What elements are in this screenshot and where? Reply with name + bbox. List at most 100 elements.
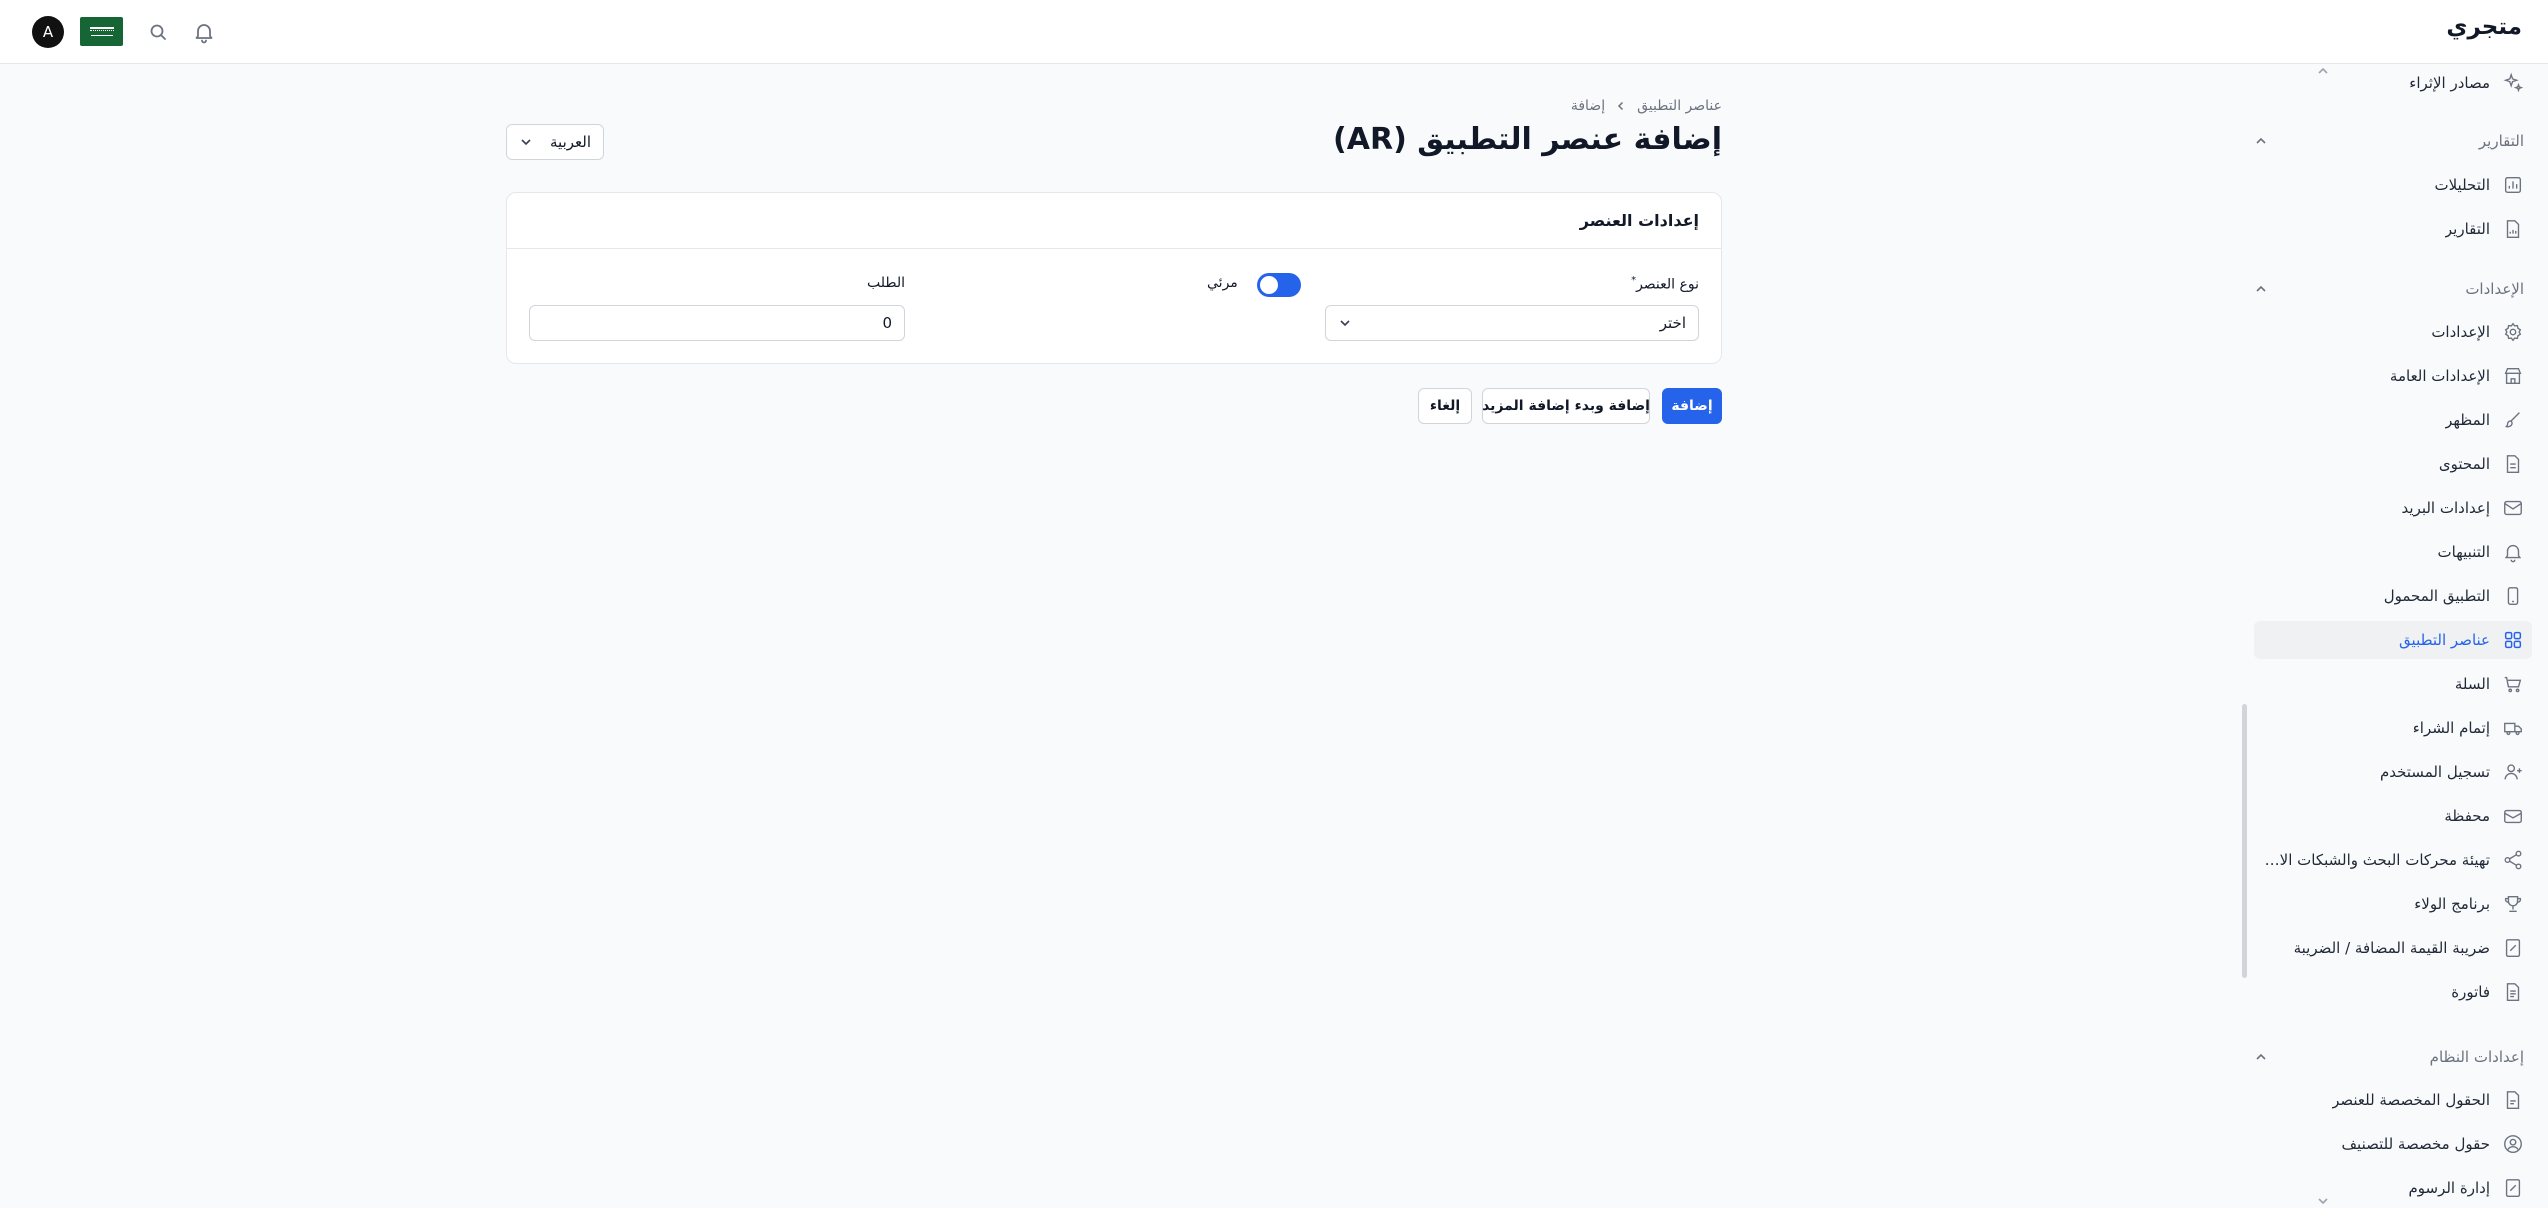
sidebar-section-settings[interactable]: الإعدادات (2254, 274, 2524, 304)
order-label: الطلب (867, 275, 906, 291)
sidebar-item-label: التنبيهات (2437, 543, 2490, 561)
sidebar-item-app-elements[interactable]: عناصر التطبيق (2254, 621, 2532, 659)
visible-label: مرئي (1207, 275, 1238, 291)
sidebar-item-wallet[interactable]: محفظة (2254, 797, 2532, 835)
sidebar-item-label: التحليلات (2434, 176, 2490, 194)
language-select[interactable]: العربية (506, 124, 604, 160)
sidebar-item-invoice[interactable]: فاتورة (2254, 973, 2532, 1011)
chevron-down-icon (1340, 320, 1350, 327)
sidebar-scrollbar[interactable] (2242, 704, 2247, 978)
tax-icon (2505, 939, 2521, 957)
language-value: العربية (550, 133, 591, 151)
report-file-icon (2506, 220, 2520, 238)
sidebar-item-label: تهيئة محركات البحث والشبكات الاجتماعية (2260, 851, 2490, 869)
store-icon (2504, 367, 2522, 385)
element-settings-card: إعدادات العنصر نوع العنصر* اختر مرئي الط… (506, 192, 1722, 364)
sidebar-item-reports[interactable]: التقارير (2254, 210, 2532, 248)
element-type-value: اختر (1659, 314, 1686, 332)
sidebar-item-analytics[interactable]: التحليلات (2254, 166, 2532, 204)
mail-icon (2504, 500, 2522, 516)
section-title: الإعدادات (2465, 280, 2524, 298)
sidebar-item-notifications[interactable]: التنبيهات (2254, 533, 2532, 571)
sidebar-item-label: التقارير (2444, 220, 2490, 238)
sidebar-item-mobile-app[interactable]: التطبيق المحمول (2254, 577, 2532, 615)
add-button[interactable]: إضافة (1662, 388, 1722, 424)
sidebar-item-category-custom-fields[interactable]: حقول مخصصة للتصنيف (2254, 1125, 2532, 1163)
sidebar-item-element-custom-fields[interactable]: الحقول المخصصة للعنصر (2254, 1081, 2532, 1119)
fees-icon (2505, 1179, 2521, 1197)
element-type-select[interactable]: اختر (1325, 305, 1699, 341)
sidebar-item-label: فاتورة (2451, 983, 2490, 1001)
chevron-up-icon (2256, 285, 2266, 292)
custom-field-icon (2506, 1091, 2520, 1109)
chevron-down-icon (521, 139, 531, 146)
sidebar-item-label: محفظة (2444, 807, 2490, 825)
bell-icon[interactable] (192, 20, 216, 44)
brush-icon (2505, 412, 2520, 428)
search-icon[interactable] (146, 20, 170, 44)
trophy-icon (2504, 895, 2522, 913)
chevron-up-icon (2256, 1053, 2266, 1060)
sidebar-item-label: حقول مخصصة للتصنيف (2341, 1135, 2490, 1153)
page-title: إضافة عنصر التطبيق (AR) (1333, 122, 1722, 157)
sidebar-item-seo-social[interactable]: تهيئة محركات البحث والشبكات الاجتماعية (2254, 841, 2532, 879)
sidebar-item-label: إدارة الرسوم (2408, 1179, 2490, 1197)
invoice-icon (2506, 983, 2520, 1001)
chevron-left-icon (1618, 101, 1624, 111)
chevron-up-icon (2256, 137, 2266, 144)
element-type-label: نوع العنصر* (1631, 275, 1699, 293)
bell-icon (2504, 544, 2522, 563)
flag-icon[interactable] (80, 17, 123, 46)
breadcrumb: عناصر التطبيق إضافة (1500, 94, 1722, 118)
card-title: إعدادات العنصر (507, 193, 1721, 249)
chevron-down-icon[interactable] (2316, 1194, 2330, 1208)
sidebar-item-enrichment-sources[interactable]: مصادر الإثراء (2254, 64, 2532, 102)
sidebar-section-system-settings[interactable]: إعدادات النظام (2254, 1042, 2524, 1072)
sidebar-item-loyalty[interactable]: برنامج الولاء (2254, 885, 2532, 923)
cancel-button[interactable]: إلغاء (1418, 388, 1472, 424)
sidebar-section-reports[interactable]: التقارير (2254, 126, 2524, 156)
sidebar-item-label: تسجيل المستخدم (2379, 763, 2490, 781)
sidebar-item-content[interactable]: المحتوى (2254, 445, 2532, 483)
sidebar-item-label: المحتوى (2438, 455, 2490, 473)
sidebar-item-checkout[interactable]: إتمام الشراء (2254, 709, 2532, 747)
sidebar-item-appearance[interactable]: المظهر (2254, 401, 2532, 439)
sparkles-icon (2503, 72, 2524, 93)
section-title: إعدادات النظام (2429, 1048, 2524, 1066)
sidebar-item-settings[interactable]: الإعدادات (2254, 313, 2532, 351)
sidebar-item-label: عناصر التطبيق (2399, 631, 2490, 649)
visible-toggle[interactable] (1257, 273, 1301, 297)
sidebar-item-label: برنامج الولاء (2414, 895, 2490, 913)
sidebar-item-label: الإعدادات العامة (2389, 367, 2490, 385)
sidebar-item-label: الحقول المخصصة للعنصر (2332, 1091, 2490, 1109)
sidebar-item-label: الإعدادات (2431, 323, 2490, 341)
mobile-icon (2507, 587, 2519, 605)
chart-icon (2504, 176, 2522, 194)
add-and-continue-button[interactable]: إضافة وبدء إضافة المزيد (1482, 388, 1650, 424)
sidebar-item-label: ضريبة القيمة المضافة / الضريبة (2293, 939, 2490, 957)
cart-icon (2504, 676, 2522, 693)
gear-icon (2504, 322, 2522, 342)
document-icon (2506, 455, 2520, 473)
share-icon (2504, 850, 2522, 870)
sidebar-item-mail-settings[interactable]: إعدادات البريد (2254, 489, 2532, 527)
sidebar-item-user-registration[interactable]: تسجيل المستخدم (2254, 753, 2532, 791)
grid-icon (2504, 631, 2522, 649)
sidebar-item-general-settings[interactable]: الإعدادات العامة (2254, 357, 2532, 395)
avatar[interactable]: A (32, 16, 64, 48)
sidebar-item-fees[interactable]: إدارة الرسوم (2254, 1169, 2532, 1207)
sidebar-item-label: المظهر (2445, 411, 2490, 429)
order-input[interactable] (529, 305, 905, 341)
sidebar-item-label: السلة (2454, 675, 2490, 693)
sidebar: مصادر الإثراء التقارير التحليلات التقاري… (2240, 64, 2548, 1208)
sidebar-item-vat[interactable]: ضريبة القيمة المضافة / الضريبة (2254, 929, 2532, 967)
sidebar-item-label: مصادر الإثراء (2409, 74, 2490, 92)
sidebar-item-label: إتمام الشراء (2412, 719, 2490, 737)
top-header: متجري A (0, 0, 2548, 64)
breadcrumb-parent[interactable]: عناصر التطبيق (1637, 98, 1722, 114)
element-type-label-text: نوع العنصر (1636, 276, 1699, 293)
wallet-icon (2504, 809, 2522, 824)
sidebar-item-label: إعدادات البريد (2401, 499, 2490, 517)
breadcrumb-current: إضافة (1570, 98, 1606, 114)
sidebar-item-cart[interactable]: السلة (2254, 665, 2532, 703)
